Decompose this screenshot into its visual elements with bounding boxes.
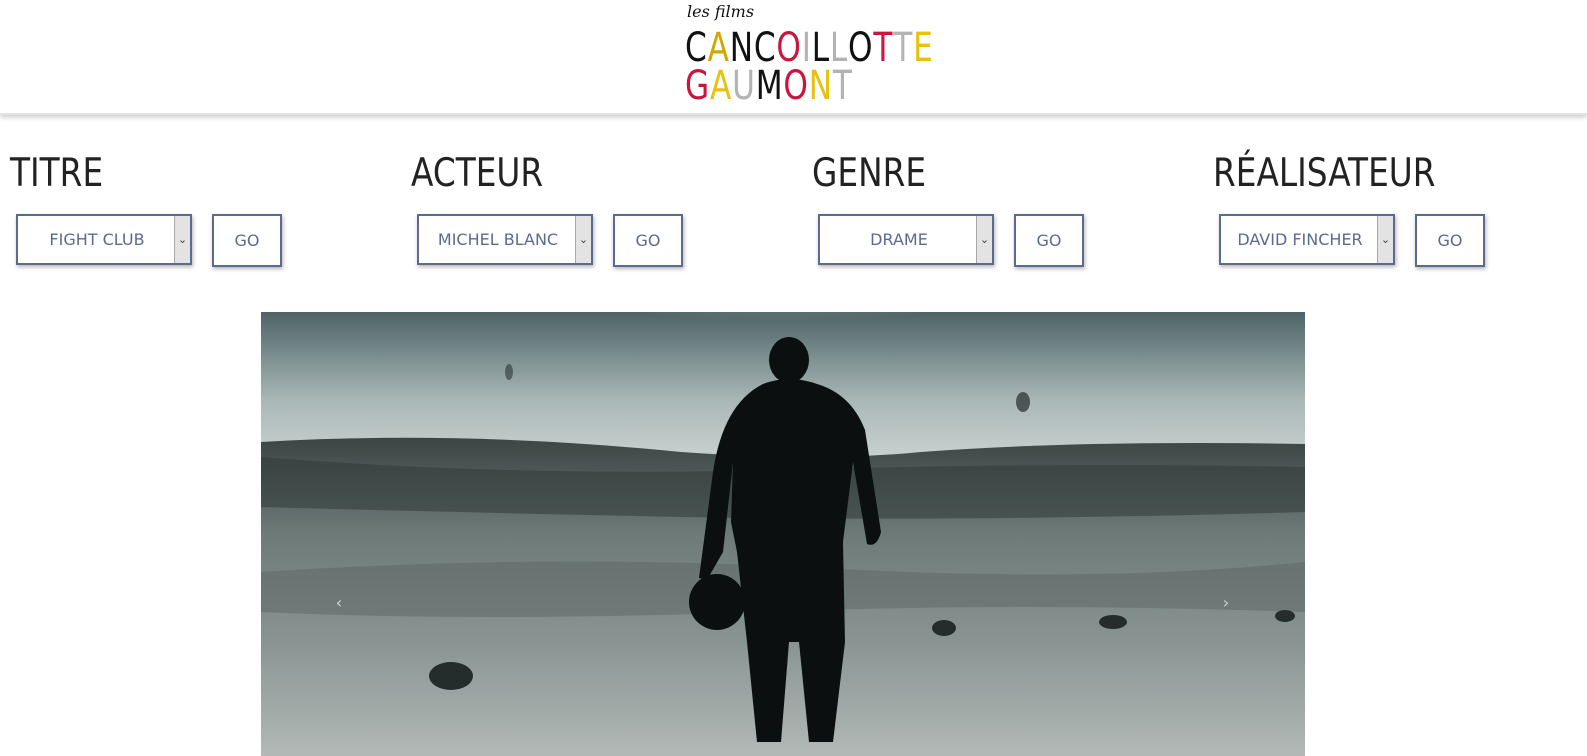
logo[interactable]: les films CANCOILLOTTE GAUMONT xyxy=(685,2,933,110)
chevron-right-icon[interactable]: › xyxy=(1211,588,1241,618)
acteur-select-value: MICHEL BLANC xyxy=(437,230,559,249)
logo-letter: M xyxy=(755,63,784,109)
logo-letter: O xyxy=(848,25,874,71)
logo-line-2: GAUMONT xyxy=(685,66,853,106)
realisateur-select[interactable]: DAVID FINCHER ⌄ xyxy=(1219,214,1395,265)
chevron-down-icon[interactable]: ⌄ xyxy=(575,216,591,263)
logo-letter: O xyxy=(776,25,802,71)
logo-tagline: les films xyxy=(687,2,755,21)
titre-select[interactable]: FIGHT CLUB ⌄ xyxy=(16,214,192,265)
filter-director: RÉALISATEUR DAVID FINCHER ⌄ GO xyxy=(1213,150,1587,280)
logo-letter: G xyxy=(685,63,710,109)
logo-letter: T xyxy=(873,25,894,71)
logo-letter: C xyxy=(753,25,777,71)
filter-label-acteur: ACTEUR xyxy=(411,151,544,196)
chevron-left-icon[interactable]: ‹ xyxy=(324,588,354,618)
logo-letter: A xyxy=(709,63,733,109)
logo-letter: N xyxy=(729,25,754,71)
filter-label-genre: GENRE xyxy=(812,151,927,196)
acteur-go-button[interactable]: GO xyxy=(613,214,683,267)
titre-go-button[interactable]: GO xyxy=(212,214,282,267)
movie-carousel[interactable]: ‹ › xyxy=(261,312,1305,756)
filter-label-realisateur: RÉALISATEUR xyxy=(1213,151,1436,196)
logo-letter: L xyxy=(811,25,830,71)
logo-letter: T xyxy=(893,25,914,71)
filter-title: TITRE FIGHT CLUB ⌄ GO xyxy=(10,150,390,280)
logo-letter: O xyxy=(783,63,809,109)
genre-select-value: DRAME xyxy=(870,230,928,249)
logo-letter: E xyxy=(913,25,934,71)
chevron-down-icon[interactable]: ⌄ xyxy=(1377,216,1393,263)
logo-letter: T xyxy=(832,63,853,109)
logo-letter: L xyxy=(829,25,849,71)
genre-select[interactable]: DRAME ⌄ xyxy=(818,214,994,265)
filter-actor: ACTEUR MICHEL BLANC ⌄ GO xyxy=(411,150,791,280)
logo-letter: I xyxy=(801,25,812,71)
logo-letter: C xyxy=(685,25,708,71)
realisateur-go-button[interactable]: GO xyxy=(1415,214,1485,267)
titre-select-value: FIGHT CLUB xyxy=(49,230,145,249)
logo-letter: A xyxy=(707,25,730,71)
carousel-slide-image xyxy=(261,312,1305,756)
filter-bar: TITRE FIGHT CLUB ⌄ GO ACTEUR MICHEL BLAN… xyxy=(0,150,1587,280)
acteur-select[interactable]: MICHEL BLANC ⌄ xyxy=(417,214,593,265)
genre-go-button[interactable]: GO xyxy=(1014,214,1084,267)
logo-line-1: CANCOILLOTTE xyxy=(685,28,934,68)
filter-genre: GENRE DRAME ⌄ GO xyxy=(812,150,1192,280)
logo-letter: U xyxy=(732,63,756,109)
filter-label-titre: TITRE xyxy=(10,151,104,196)
logo-letter: N xyxy=(808,63,833,109)
realisateur-select-value: DAVID FINCHER xyxy=(1237,230,1363,249)
chevron-down-icon[interactable]: ⌄ xyxy=(174,216,190,263)
chevron-down-icon[interactable]: ⌄ xyxy=(976,216,992,263)
site-header: les films CANCOILLOTTE GAUMONT xyxy=(0,0,1587,115)
